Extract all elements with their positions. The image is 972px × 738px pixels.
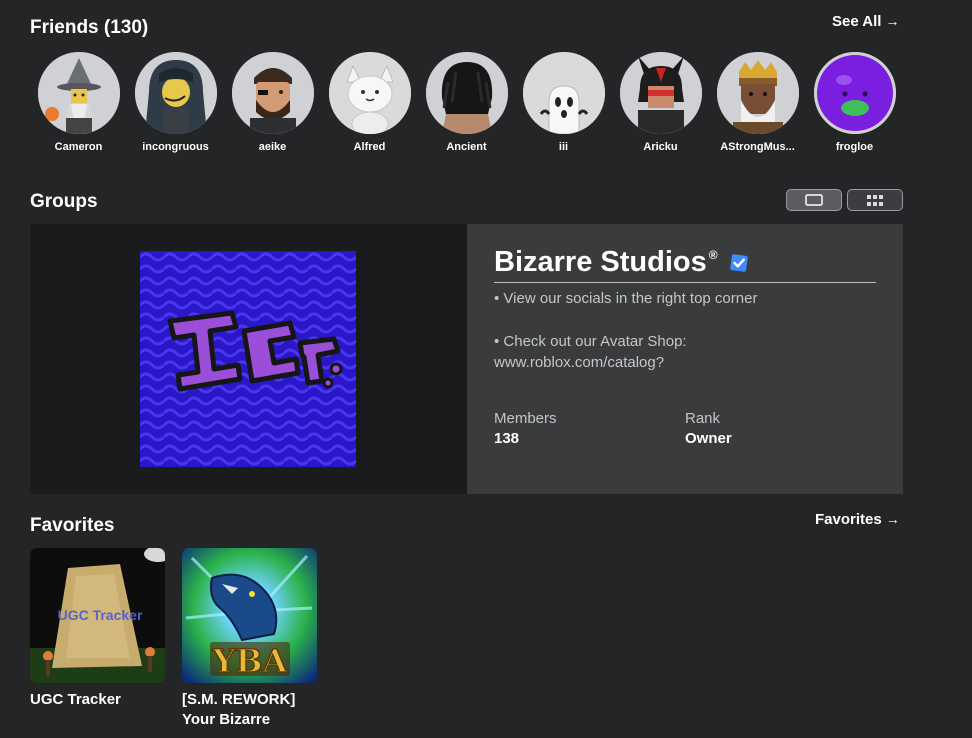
groups-title: Groups: [30, 191, 98, 212]
crowned-avatar-icon: [716, 52, 799, 134]
friend-name: Ancient: [446, 141, 487, 153]
friends-list: Cameron incongruous aeike Alfred Ancient…: [30, 52, 903, 153]
see-all-label: See All: [832, 13, 882, 30]
favorites-link[interactable]: Favorites →: [815, 511, 900, 528]
favorite-game-card[interactable]: YBA [S.M. REWORK] Your Bizarre: [182, 548, 317, 730]
see-all-friends-link[interactable]: See All →: [832, 13, 899, 30]
game-title-line: Your Bizarre: [182, 711, 271, 728]
friend-name: frogloe: [835, 141, 874, 153]
group-description-line: www.roblox.com/catalog?: [494, 354, 665, 371]
game-title: UGC Tracker: [30, 691, 121, 708]
friend-item[interactable]: aeike: [224, 52, 321, 153]
verified-badge-icon: [729, 253, 748, 272]
witch-hat-avatar-icon: [37, 52, 120, 134]
divider: [494, 282, 876, 283]
registered-mark: ®: [708, 247, 718, 262]
friend-name: Cameron: [54, 141, 103, 153]
group-card[interactable]: Bizarre Studios ® • View our socials in t…: [30, 224, 903, 494]
arrow-right-icon: →: [885, 13, 900, 29]
friend-name: iii: [558, 141, 569, 153]
single-card-icon: [805, 194, 823, 206]
friend-name: incongruous: [142, 141, 209, 153]
friend-name: AStrongMus...: [720, 141, 795, 153]
group-name-row[interactable]: Bizarre Studios ®: [494, 246, 750, 279]
grid-icon: [867, 194, 883, 206]
back-head-avatar-icon: [425, 52, 508, 134]
profile-content: Friends (130) See All → Cameron incongru…: [0, 0, 972, 738]
group-description-line: • Check out our Avatar Shop:: [494, 333, 687, 350]
friend-item[interactable]: AStrongMus...: [709, 52, 806, 153]
dark-hair-avatar-icon: [134, 52, 217, 134]
ghost-avatar-icon: [522, 52, 605, 134]
single-view-toggle[interactable]: [786, 189, 842, 211]
friend-name: Aricku: [643, 141, 678, 153]
friend-item[interactable]: Aricku: [612, 52, 709, 153]
friend-name: aeike: [258, 141, 287, 153]
friend-item[interactable]: Alfred: [321, 52, 418, 153]
friend-item[interactable]: iii: [515, 52, 612, 153]
arrow-right-icon: →: [885, 511, 900, 527]
game-thumbnail: UGC Tracker: [30, 548, 165, 683]
friends-title: Friends (130): [30, 17, 149, 38]
members-label: Members: [494, 410, 557, 427]
friend-item[interactable]: frogloe: [806, 52, 903, 153]
bearded-avatar-icon: [231, 52, 314, 134]
game-title-line: [S.M. REWORK]: [182, 691, 296, 708]
favorites-title: Favorites: [30, 515, 115, 536]
rank-value: Owner: [685, 430, 732, 447]
thumbnail-text: UGC Tracker: [58, 607, 143, 623]
friend-item[interactable]: Cameron: [30, 52, 127, 153]
horned-avatar-icon: [619, 52, 702, 134]
purple-blob-avatar-icon: [813, 52, 896, 134]
favorites-link-label: Favorites: [815, 511, 882, 528]
members-count: 138: [494, 430, 520, 447]
game-title: [S.M. REWORK] Your Bizarre: [182, 690, 317, 730]
group-name[interactable]: Bizarre Studios: [494, 246, 707, 279]
white-cat-avatar-icon: [328, 52, 411, 134]
group-info-panel: Bizarre Studios ® • View our socials in t…: [467, 224, 903, 494]
friend-item[interactable]: incongruous: [127, 52, 224, 153]
thumbnail-logo-text: YBA: [212, 642, 289, 680]
group-emblem-panel: [30, 224, 467, 494]
friend-item[interactable]: Ancient: [418, 52, 515, 153]
game-thumbnail: YBA: [182, 548, 317, 683]
rank-label: Rank: [685, 410, 721, 427]
group-description-line: • View our socials in the right top corn…: [494, 290, 758, 307]
grid-view-toggle[interactable]: [847, 189, 903, 211]
group-emblem-icon: [140, 251, 356, 467]
favorite-game-card[interactable]: UGC Tracker UGC Tracker: [30, 548, 165, 710]
friend-name: Alfred: [353, 141, 386, 153]
